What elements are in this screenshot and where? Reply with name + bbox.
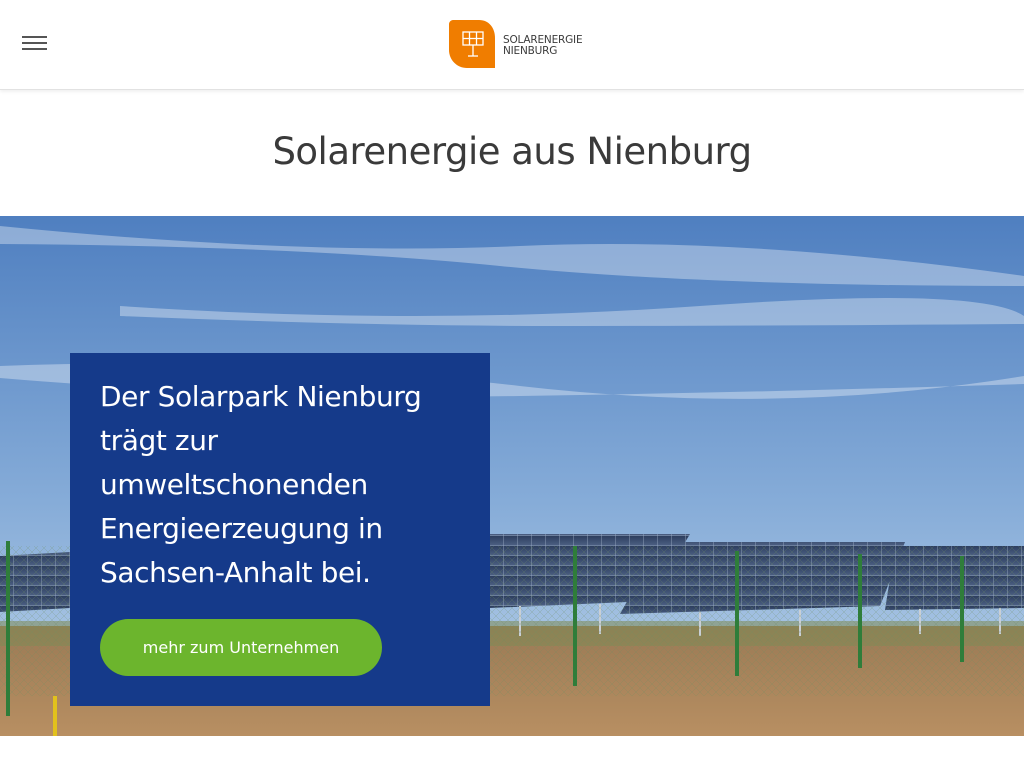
hero-section: Der Solarpark Nienburg trägt zur umwelts… [0,216,1024,736]
solar-panel-leaf-icon [449,20,495,68]
hero-headline: Der Solarpark Nienburg trägt zur umwelts… [100,375,460,595]
logo-wordmark: SOLARENERGIE NIENBURG [503,35,583,57]
hero-card: Der Solarpark Nienburg trägt zur umwelts… [70,353,490,706]
hero-line: Energieerzeugung in [100,512,383,545]
site-logo[interactable]: SOLARENERGIE NIENBURG [449,19,583,69]
hero-line: Sachsen-Anhalt bei. [100,556,371,589]
hamburger-menu-icon[interactable] [22,36,50,56]
hero-line: Der Solarpark Nienburg [100,380,422,413]
hero-line: trägt zur [100,424,218,457]
company-info-button[interactable]: mehr zum Unternehmen [100,619,382,676]
logo-line-2: NIENBURG [503,45,558,57]
page-title: Solarenergie aus Nienburg [272,130,752,173]
hero-line: umweltschonenden [100,468,368,501]
site-header: SOLARENERGIE NIENBURG [0,0,1024,90]
